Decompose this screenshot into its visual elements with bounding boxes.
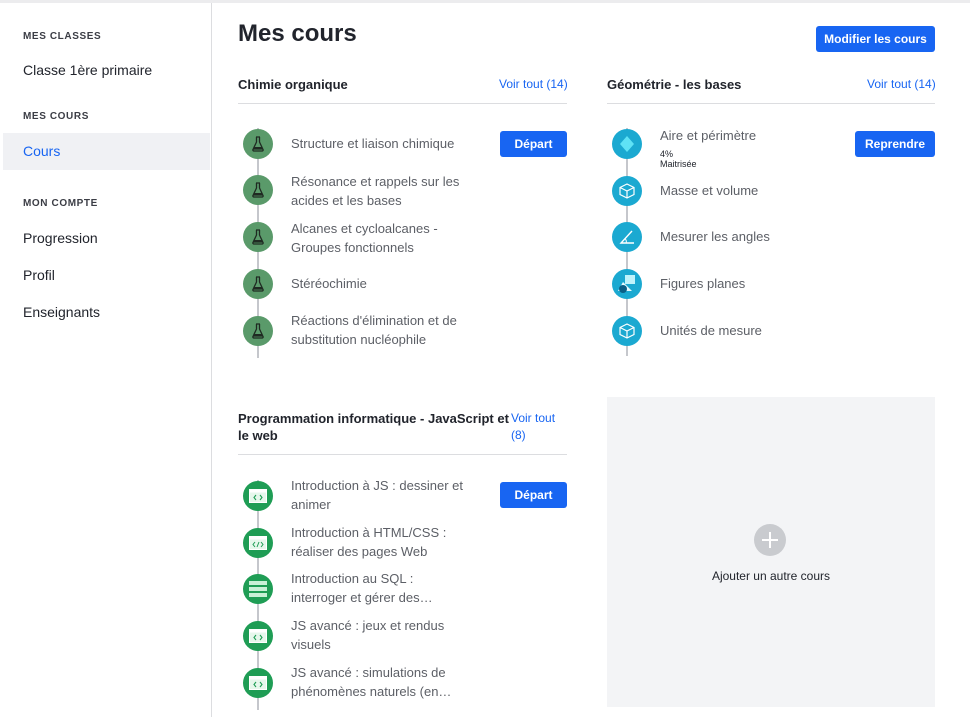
add-course-card[interactable]: Ajouter un autre cours: [607, 397, 935, 707]
unit-label: Réactions d'élimination et de substituti…: [291, 313, 457, 347]
sidebar-item-class-1ere-primaire[interactable]: Classe 1ère primaire: [0, 52, 210, 89]
unit-label: JS avancé : jeux et rendus visuels: [291, 618, 445, 652]
sidebar: MES CLASSES Classe 1ère primaire MES COU…: [0, 3, 212, 717]
unit-label: Aire et périmètre: [660, 128, 757, 143]
resume-button[interactable]: Reprendre: [855, 131, 935, 157]
unit-label: Masse et volume: [660, 183, 759, 198]
flask-icon: [243, 129, 273, 159]
flask-icon: [243, 316, 273, 346]
course-title: Programmation informatique - JavaScript …: [238, 411, 509, 443]
sidebar-item-profil[interactable]: Profil: [0, 257, 210, 294]
unit-label: Figures planes: [660, 276, 746, 291]
page-title: Mes cours: [238, 20, 357, 47]
code-window-icon: [243, 621, 273, 651]
start-button[interactable]: Départ: [500, 482, 567, 508]
flask-icon: [243, 175, 273, 205]
course-title: Chimie organique: [238, 77, 348, 92]
sidebar-item-progression[interactable]: Progression: [0, 220, 210, 257]
code-window-icon: [243, 668, 273, 698]
see-all-link[interactable]: Voir tout (14): [499, 76, 568, 93]
add-course-label: Ajouter un autre cours: [711, 569, 831, 583]
mastery-progress: 4% Maitrisée: [660, 149, 697, 169]
unit-label: JS avancé : simulations de phénomènes na…: [291, 665, 452, 699]
cube-icon: [612, 176, 642, 206]
unit-label: Mesurer les angles: [660, 229, 770, 244]
course-title: Géométrie - les bases: [607, 77, 742, 92]
divider: [607, 103, 935, 104]
angle-icon: [612, 222, 642, 252]
html-tag-icon: [243, 528, 273, 558]
flask-icon: [243, 222, 273, 252]
see-all-link[interactable]: Voir tout (8): [511, 410, 567, 444]
unit-label: Unités de mesure: [660, 323, 762, 338]
sidebar-item-enseignants[interactable]: Enseignants: [0, 294, 210, 331]
unit-label: Structure et liaison chimique: [291, 136, 455, 151]
sidebar-item-cours[interactable]: Cours: [3, 133, 210, 170]
start-button[interactable]: Départ: [500, 131, 567, 157]
divider: [238, 103, 567, 104]
divider: [238, 454, 567, 455]
unit-label: Stéréochimie: [291, 276, 367, 291]
unit-label: Alcanes et cycloalcanes - Groupes foncti…: [291, 221, 438, 255]
see-all-link[interactable]: Voir tout (14): [867, 76, 936, 93]
shapes-icon: [612, 269, 642, 299]
diamond-icon: [612, 129, 642, 159]
flask-icon: [243, 269, 273, 299]
unit-label: Introduction à HTML/CSS : réaliser des p…: [291, 525, 447, 559]
unit-label: Introduction à JS : dessiner et animer: [291, 478, 463, 512]
plus-icon: [754, 524, 786, 556]
sidebar-heading-account: MON COMPTE: [23, 198, 98, 209]
unit-label: Introduction au SQL : interroger et gére…: [291, 571, 433, 605]
sidebar-heading-courses: MES COURS: [23, 111, 89, 122]
code-window-icon: [243, 481, 273, 511]
unit-label: Résonance et rappels sur les acides et l…: [291, 174, 460, 208]
sidebar-heading-classes: MES CLASSES: [23, 31, 102, 42]
edit-courses-button[interactable]: Modifier les cours: [816, 26, 935, 52]
cube-icon: [612, 316, 642, 346]
database-icon: [243, 574, 273, 604]
